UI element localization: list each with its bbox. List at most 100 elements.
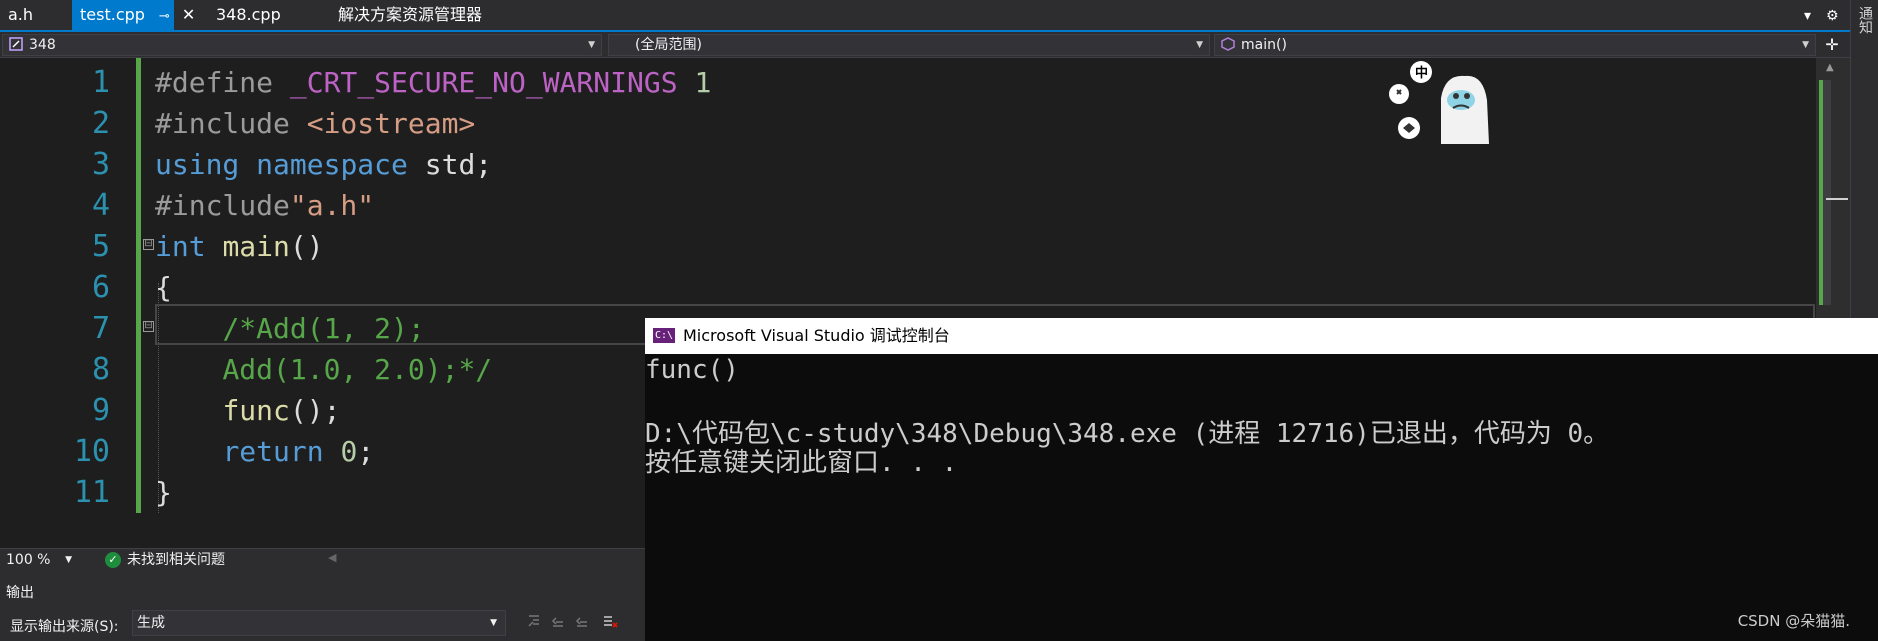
sticker-image: 中	[1385, 58, 1505, 148]
line-number: 3	[91, 147, 110, 182]
tab-test-cpp[interactable]: test.cpp ⊸ ✕	[72, 0, 195, 30]
tab-a-h[interactable]: a.h	[0, 0, 41, 30]
console-app-icon: C:\	[653, 328, 675, 343]
split-editor-icon[interactable]: ✛	[1820, 34, 1844, 56]
code-token: ;	[357, 435, 375, 468]
scroll-change-marker	[1819, 80, 1823, 305]
debug-console-window[interactable]: C:\ Microsoft Visual Studio 调试控制台 func()…	[645, 318, 1878, 641]
scope-dropdown[interactable]: (全局范围) ▼	[608, 34, 1210, 56]
code-token: ()	[289, 230, 324, 263]
code-line[interactable]: func();	[155, 390, 340, 431]
sticker-text: 中	[1415, 66, 1429, 81]
zoom-dropdown[interactable]: 100 % ▼	[2, 550, 78, 570]
member-dropdown[interactable]: main() ▼	[1214, 34, 1816, 56]
code-token: return	[222, 435, 324, 468]
line-number: 8	[91, 352, 110, 387]
output-source-label: 显示输出来源(S):	[10, 619, 119, 635]
code-line[interactable]: using namespace std;	[155, 144, 492, 185]
pin-icon[interactable]: ⊸	[159, 9, 170, 24]
chevron-down-icon: ▼	[490, 618, 497, 628]
code-line[interactable]: return 0;	[155, 431, 374, 472]
code-token: {	[155, 271, 172, 304]
find-message-icon[interactable]	[524, 614, 544, 634]
console-title: Microsoft Visual Studio 调试控制台	[683, 326, 950, 345]
code-line[interactable]: {	[155, 267, 172, 308]
code-line[interactable]: int main()	[155, 226, 324, 267]
line-number: 4	[91, 188, 110, 223]
code-line[interactable]: /*Add(1, 2);	[155, 308, 425, 349]
tab-348-cpp[interactable]: 348.cpp	[208, 0, 289, 30]
code-line[interactable]: #include <iostream>	[155, 103, 475, 144]
code-token: func	[222, 394, 290, 427]
project-label: 348	[29, 37, 56, 53]
code-token: #include	[155, 189, 290, 222]
code-token: namespace	[256, 148, 408, 181]
fold-collapse-icon[interactable]: ⊟	[143, 321, 154, 332]
tab-solution-explorer[interactable]: 解决方案资源管理器	[330, 0, 490, 30]
code-line[interactable]: }	[155, 472, 172, 513]
scroll-position-marker	[1826, 198, 1848, 200]
code-line[interactable]: #include"a.h"	[155, 185, 374, 226]
issues-status[interactable]: 未找到相关问题	[127, 549, 225, 571]
code-token: <iostream>	[306, 107, 476, 140]
code-token: 0	[340, 435, 358, 468]
code-token: 1	[677, 66, 712, 99]
code-token: /*Add(1, 2);	[222, 312, 425, 345]
project-icon	[9, 37, 23, 51]
output-panel: 输出 显示输出来源(S): 生成 ▼	[0, 572, 645, 641]
output-panel-title: 输出	[6, 585, 34, 601]
zoom-value: 100 %	[6, 552, 51, 568]
function-icon	[1221, 37, 1235, 51]
line-number: 2	[91, 106, 110, 141]
code-line[interactable]: Add(1.0, 2.0);*/	[155, 349, 492, 390]
console-line: 按任意键关闭此窗口. . .	[645, 448, 958, 478]
scroll-left-icon[interactable]: ◀	[328, 551, 336, 564]
console-line: func()	[645, 355, 739, 385]
next-message-icon[interactable]	[572, 614, 592, 634]
code-line[interactable]: #define _CRT_SECURE_NO_WARNINGS 1	[155, 62, 711, 103]
code-token: Add(1.0, 2.0);*/	[222, 353, 493, 386]
line-number-gutter: 1 2 3 4 5 6 7 8 9 10 11	[0, 58, 135, 548]
console-title-bar[interactable]: C:\ Microsoft Visual Studio 调试控制台	[645, 318, 1878, 354]
line-number: 10	[73, 434, 110, 469]
line-number: 6	[91, 270, 110, 305]
member-label: main()	[1241, 37, 1287, 53]
notifications-tab[interactable]: 通知	[1855, 6, 1875, 34]
clear-all-icon[interactable]	[600, 614, 620, 634]
line-number: 5	[91, 229, 110, 264]
prev-message-icon[interactable]	[548, 614, 568, 634]
line-number: 1	[91, 65, 110, 100]
code-token: #define	[155, 66, 290, 99]
scroll-up-icon[interactable]: ▲	[1826, 62, 1834, 73]
code-token: using	[155, 148, 240, 181]
code-token: int	[155, 230, 206, 263]
document-tab-bar: a.h test.cpp ⊸ ✕ 348.cpp 解决方案资源管理器 ▾ ⚙	[0, 0, 1850, 32]
scope-label: (全局范围)	[635, 37, 702, 53]
chevron-down-icon: ▼	[1802, 40, 1809, 50]
gear-icon[interactable]: ⚙	[1826, 0, 1839, 30]
code-token: main	[222, 230, 290, 263]
tab-label: test.cpp	[80, 5, 145, 24]
output-source-dropdown[interactable]: 生成 ▼	[132, 610, 506, 636]
code-token: ();	[289, 394, 341, 427]
change-tracking-bar	[136, 58, 141, 513]
line-number: 11	[73, 475, 110, 510]
project-dropdown[interactable]: 348 ▼	[2, 34, 602, 56]
chevron-down-icon: ▼	[1196, 40, 1203, 50]
code-token: _CRT_SECURE_NO_WARNINGS	[289, 66, 678, 99]
editor-status-bar: 100 % ▼ ✓ 未找到相关问题 ◀	[0, 548, 645, 572]
tab-label: a.h	[8, 5, 34, 24]
tab-list-dropdown-icon[interactable]: ▾	[1804, 0, 1811, 30]
code-token: std;	[407, 148, 493, 181]
close-icon[interactable]: ✕	[182, 5, 195, 24]
navigation-bar: 348 ▼ (全局范围) ▼ main() ▼ ✛	[0, 32, 1850, 58]
chevron-down-icon: ▼	[65, 555, 72, 565]
fold-collapse-icon[interactable]: ⊟	[143, 239, 154, 250]
line-number: 7	[91, 311, 110, 346]
code-token: }	[155, 476, 172, 509]
